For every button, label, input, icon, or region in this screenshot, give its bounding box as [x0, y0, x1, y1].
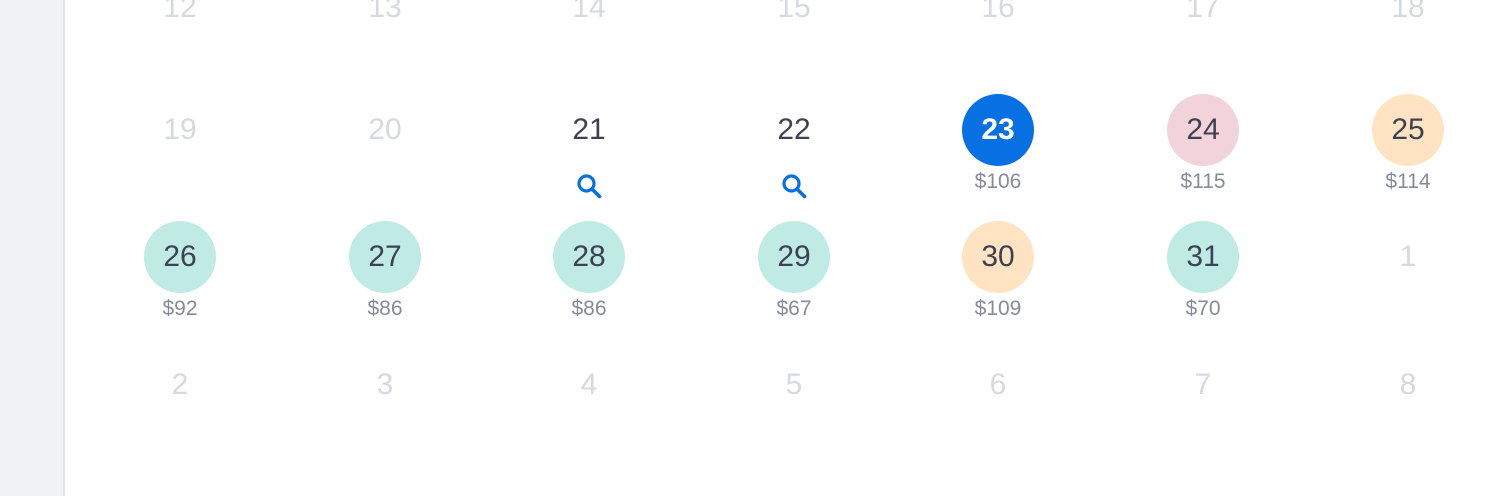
day-number: 8 — [1399, 368, 1417, 401]
day-number: 2 — [171, 368, 189, 401]
day-number: 15 — [777, 0, 811, 24]
day-price: $109 — [974, 297, 1022, 320]
calendar-day-5: 5 — [734, 349, 854, 459]
calendar-day-16: 16 — [938, 0, 1058, 82]
search-price-button[interactable] — [780, 172, 808, 200]
calendar-day-14: 14 — [529, 0, 649, 82]
day-number: 21 — [572, 113, 606, 146]
day-number: 27 — [368, 240, 402, 273]
calendar-day-22[interactable]: 22 — [734, 94, 854, 204]
day-number: 26 — [163, 240, 197, 273]
day-number: 19 — [163, 113, 197, 146]
day-number: 18 — [1391, 0, 1425, 24]
day-number: 7 — [1194, 368, 1212, 401]
calendar-day-23[interactable]: 23 $106 — [938, 94, 1058, 204]
day-number: 13 — [368, 0, 402, 24]
calendar-day-20: 20 — [325, 94, 445, 204]
day-number: 5 — [785, 368, 803, 401]
day-price: $86 — [571, 297, 607, 320]
calendar-day-6: 6 — [938, 349, 1058, 459]
calendar-day-27[interactable]: 27 $86 — [325, 221, 445, 331]
search-icon — [577, 174, 602, 199]
calendar-day-19: 19 — [120, 94, 240, 204]
calendar-day-28[interactable]: 28 $86 — [529, 221, 649, 331]
day-price: $70 — [1185, 297, 1221, 320]
day-number: 17 — [1186, 0, 1220, 24]
calendar-day-1: 1 — [1348, 221, 1468, 331]
calendar-day-26[interactable]: 26 $92 — [120, 221, 240, 331]
day-price: $114 — [1385, 170, 1431, 193]
day-price: $86 — [367, 297, 403, 320]
day-number: 29 — [777, 240, 811, 273]
day-number: 24 — [1186, 113, 1220, 146]
day-number: 30 — [981, 240, 1015, 273]
day-number: 3 — [376, 368, 394, 401]
day-number: 6 — [989, 368, 1007, 401]
calendar-day-12: 12 — [120, 0, 240, 82]
day-number: 16 — [981, 0, 1015, 24]
calendar-day-31[interactable]: 31 $70 — [1143, 221, 1263, 331]
day-number: 12 — [163, 0, 197, 24]
day-number: 14 — [572, 0, 606, 24]
calendar-day-15: 15 — [734, 0, 854, 82]
day-number: 1 — [1399, 240, 1417, 273]
day-number: 28 — [572, 240, 606, 273]
day-price: $106 — [974, 170, 1022, 193]
day-price: $67 — [776, 297, 812, 320]
calendar-panel: 12 13 14 15 16 17 18 19 20 21 22 23 $106 24 $115 25 $114… — [63, 0, 1497, 496]
calendar-day-29[interactable]: 29 $67 — [734, 221, 854, 331]
day-number: 23 — [981, 113, 1015, 146]
calendar-day-25[interactable]: 25 $114 — [1348, 94, 1468, 204]
day-price: $115 — [1180, 170, 1226, 193]
calendar-day-3: 3 — [325, 349, 445, 459]
calendar-day-8: 8 — [1348, 349, 1468, 459]
calendar-day-21[interactable]: 21 — [529, 94, 649, 204]
search-price-button[interactable] — [575, 172, 603, 200]
day-number: 4 — [580, 368, 598, 401]
day-number: 22 — [777, 113, 811, 146]
day-number: 20 — [368, 113, 402, 146]
day-price: $92 — [162, 297, 198, 320]
calendar-day-13: 13 — [325, 0, 445, 82]
calendar-day-30[interactable]: 30 $109 — [938, 221, 1058, 331]
day-number: 25 — [1391, 113, 1425, 146]
calendar-day-18: 18 — [1348, 0, 1468, 82]
day-number: 31 — [1186, 240, 1220, 273]
calendar-day-17: 17 — [1143, 0, 1263, 82]
calendar-day-2: 2 — [120, 349, 240, 459]
calendar-day-7: 7 — [1143, 349, 1263, 459]
calendar-day-4: 4 — [529, 349, 649, 459]
search-icon — [782, 174, 807, 199]
calendar-day-24[interactable]: 24 $115 — [1143, 94, 1263, 204]
